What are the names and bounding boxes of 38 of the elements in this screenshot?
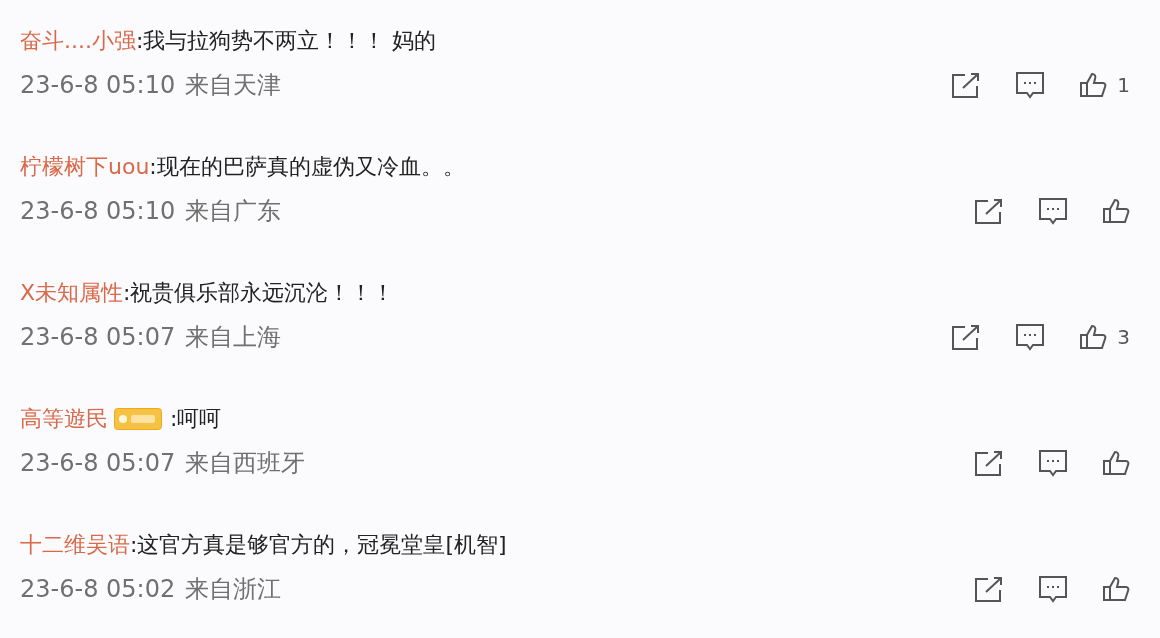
comment-location: 来自上海 — [185, 322, 282, 353]
comment-text: :我与拉狗势不两立！！！ 妈的 — [136, 27, 437, 55]
comment-time: 23-6-8 05:07 — [20, 449, 176, 477]
comment-location: 来自西班牙 — [185, 448, 306, 479]
like-count: 3 — [1117, 325, 1130, 349]
thumbs-up-icon[interactable] — [1079, 324, 1108, 350]
comment-time: 23-6-8 05:07 — [20, 323, 176, 351]
share-icon[interactable] — [974, 450, 1004, 476]
thumbs-up-icon[interactable] — [1102, 198, 1130, 224]
comment-text: :祝贵俱乐部永远沉沦！！！ — [123, 279, 395, 307]
comment-location: 来自广东 — [185, 196, 282, 227]
thumbs-up-icon[interactable] — [1102, 450, 1130, 476]
level-badge-icon — [114, 408, 162, 430]
share-icon[interactable] — [951, 72, 982, 98]
like-count: 1 — [1117, 73, 1130, 97]
comment-icon[interactable] — [1015, 323, 1046, 351]
user-name[interactable]: X未知属性 — [20, 278, 124, 308]
user-name[interactable]: 奋斗....小强 — [20, 26, 136, 56]
comment-location: 来自天津 — [185, 70, 282, 101]
comment-text: :呵呵 — [170, 405, 222, 433]
share-icon[interactable] — [951, 324, 982, 350]
comment-icon[interactable] — [1038, 575, 1068, 603]
thumbs-up-icon[interactable] — [1079, 72, 1108, 98]
comment-icon[interactable] — [1038, 449, 1068, 477]
comment-location: 来自浙江 — [185, 574, 282, 605]
share-icon[interactable] — [974, 198, 1004, 224]
comment-time: 23-6-8 05:10 — [20, 71, 176, 99]
comment-time: 23-6-8 05:02 — [20, 575, 176, 603]
user-name[interactable]: 十二维吴语 — [20, 530, 130, 560]
comment-icon[interactable] — [1015, 71, 1046, 99]
comment-icon[interactable] — [1038, 197, 1068, 225]
user-name[interactable]: 高等遊民 — [20, 404, 108, 434]
comment-text: :现在的巴萨真的虚伪又冷血。。 — [149, 153, 465, 181]
user-name[interactable]: 柠檬树下uou — [20, 152, 150, 182]
thumbs-up-icon[interactable] — [1102, 576, 1130, 602]
comment-time: 23-6-8 05:10 — [20, 197, 176, 225]
comment-text: :这官方真是够官方的，冠冕堂皇[机智] — [130, 531, 507, 559]
share-icon[interactable] — [974, 576, 1004, 602]
